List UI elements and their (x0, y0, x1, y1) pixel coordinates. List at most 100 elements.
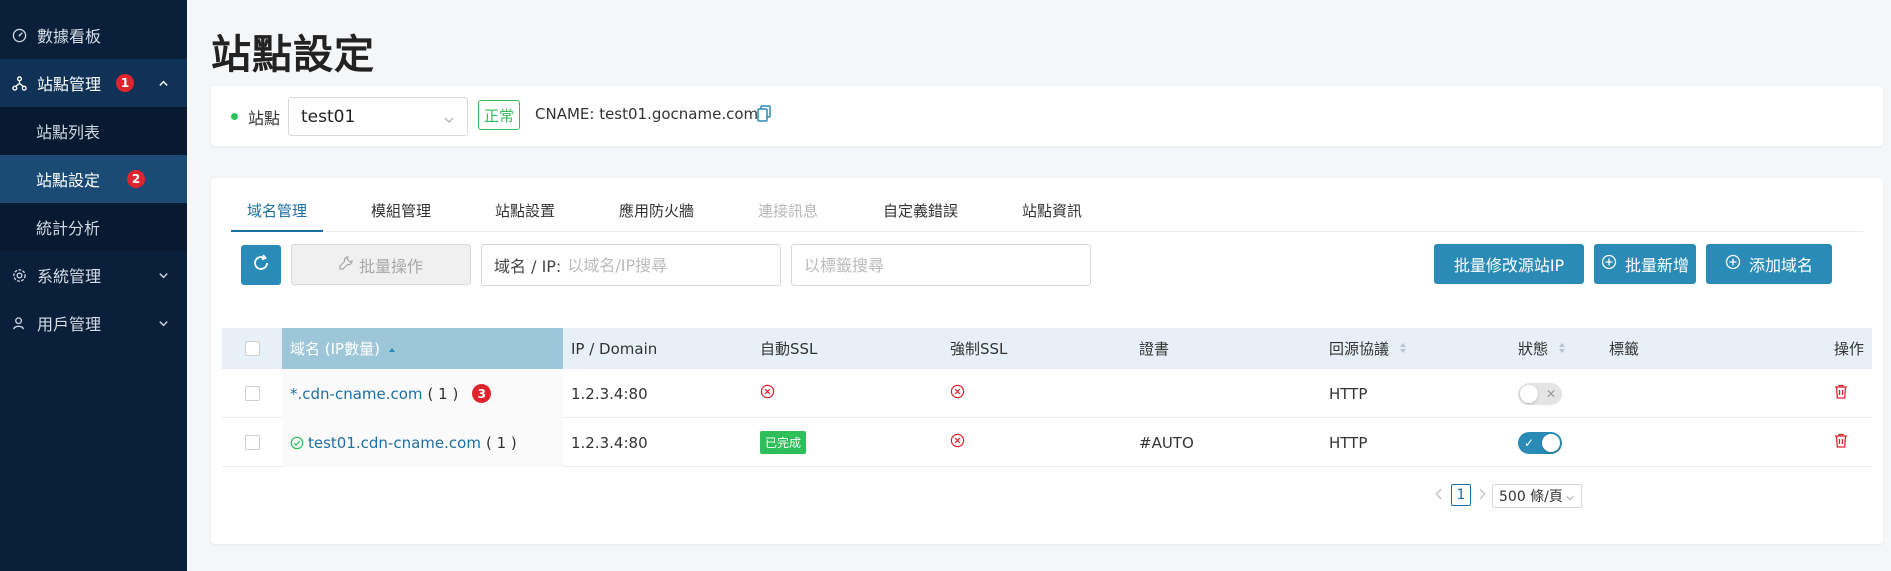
tab-waf[interactable]: 應用防火牆 (619, 200, 694, 221)
sidebar-item-statistics[interactable]: 統計分析 (0, 203, 187, 251)
status-badge: 正常 (478, 100, 520, 130)
tab-module-management[interactable]: 模組管理 (371, 200, 431, 221)
force-ssl-cell (950, 369, 965, 418)
select-all-checkbox[interactable] (244, 341, 260, 356)
close-icon: ✕ (1545, 386, 1556, 401)
auto-ssl-cell: 已完成 (760, 418, 807, 467)
column-header-label: 狀態 (1518, 340, 1549, 358)
batch-edit-origin-ip-label: 批量修改源站IP (1453, 256, 1565, 275)
next-page-icon[interactable] (1478, 488, 1486, 500)
ip-count: ( 1 ) (485, 433, 517, 452)
tag-search[interactable] (791, 244, 1091, 286)
site-select-value: test01 (301, 106, 356, 127)
sidebar-item-label: 站點列表 (36, 123, 101, 142)
gear-icon (11, 267, 27, 283)
tab-domain-management[interactable]: 域名管理 (247, 200, 307, 221)
sidebar: 數據看板 站點管理 1 站點列表 站點設定 2 統計分析 系統管理 用戶管理 (0, 0, 187, 571)
column-header-label: 域名 (IP數量) (290, 340, 380, 358)
domain-ip-search-input[interactable] (567, 255, 748, 275)
refresh-button[interactable] (241, 245, 281, 285)
ip-cell: 1.2.3.4:80 (571, 433, 648, 452)
domain-management-card: 域名管理 模組管理 站點設置 應用防火牆 連接訊息 自定義錯誤 站點資訊 批量操… (211, 178, 1883, 544)
column-header-tags: 標籤 (1609, 340, 1640, 358)
column-header-domain[interactable]: 域名 (IP數量) (282, 328, 563, 369)
plus-circle-icon (1601, 254, 1617, 274)
tag-search-input[interactable] (804, 255, 1074, 275)
error-circle-icon (950, 384, 965, 403)
chevron-down-icon (1565, 491, 1575, 507)
tab-site-info[interactable]: 站點資訊 (1022, 200, 1082, 221)
domain-link[interactable]: *.cdn-cname.com (290, 385, 423, 403)
chevron-up-icon (157, 77, 169, 89)
row-checkbox[interactable] (244, 386, 260, 401)
protocol-cell: HTTP (1329, 433, 1368, 452)
sort-icon (1558, 340, 1566, 358)
domain-cell: test01.cdn-cname.com ( 1 ) (282, 418, 563, 467)
certificate-cell: #AUTO (1139, 433, 1194, 452)
sidebar-item-dashboard[interactable]: 數據看板 (0, 11, 187, 59)
trash-icon[interactable] (1834, 384, 1848, 403)
column-header-label: 回源協議 (1329, 340, 1390, 358)
status-cell: ✕ (1518, 369, 1562, 418)
tab-site-configuration[interactable]: 站點設置 (495, 200, 555, 221)
site-selector-card: 站點 test01 正常 CNAME: test01.gocname.com. (211, 86, 1883, 146)
check-icon: ✓ (1524, 435, 1535, 450)
row-checkbox[interactable] (244, 435, 260, 450)
column-header-force-ssl: 強制SSL (950, 340, 1008, 358)
prev-page-icon[interactable] (1435, 488, 1443, 500)
plus-circle-icon (1725, 254, 1741, 274)
ssl-done-badge: 已完成 (760, 431, 807, 454)
add-domain-button[interactable]: 添加域名 (1706, 244, 1832, 284)
search-prefix: 域名 / IP: (494, 257, 562, 276)
tab-custom-errors[interactable]: 自定義錯誤 (883, 200, 958, 221)
error-circle-icon (760, 384, 775, 403)
trash-icon[interactable] (1834, 433, 1848, 452)
status-cell: ✓ (1518, 418, 1562, 467)
sidebar-item-user-management[interactable]: 用戶管理 (0, 299, 187, 347)
batch-operation-button[interactable]: 批量操作 (291, 244, 471, 285)
notification-badge: 1 (116, 74, 134, 92)
chevron-down-icon (443, 111, 455, 123)
batch-edit-origin-ip-button[interactable]: 批量修改源站IP (1434, 244, 1584, 284)
sidebar-item-site-management[interactable]: 站點管理 1 (0, 59, 187, 107)
protocol-cell: HTTP (1329, 384, 1368, 403)
sidebar-item-site-settings[interactable]: 站點設定 2 (0, 155, 187, 203)
sidebar-item-label: 站點管理 (37, 75, 102, 94)
chevron-down-icon (157, 269, 169, 281)
page-size-value: 500 條/頁 (1499, 489, 1563, 505)
tab-bar: 域名管理 模組管理 站點設置 應用防火牆 連接訊息 自定義錯誤 站點資訊 (231, 178, 1863, 232)
row-select-cell (222, 369, 282, 418)
sidebar-item-label: 統計分析 (36, 219, 101, 238)
sidebar-item-label: 用戶管理 (37, 315, 102, 334)
cname-text: CNAME: test01.gocname.com. (535, 105, 763, 123)
site-select[interactable]: test01 (288, 97, 468, 136)
domain-link[interactable]: test01.cdn-cname.com (308, 434, 481, 452)
page-title: 站點設定 (211, 32, 375, 78)
ip-cell: 1.2.3.4:80 (571, 384, 648, 403)
status-toggle[interactable]: ✕ (1518, 382, 1562, 405)
sidebar-item-system-management[interactable]: 系統管理 (0, 251, 187, 299)
copy-icon[interactable] (757, 105, 773, 123)
domain-ip-search[interactable]: 域名 / IP: (481, 244, 781, 286)
sitemap-icon (11, 75, 27, 91)
ip-count: ( 1 ) (427, 384, 459, 403)
user-icon (11, 315, 27, 331)
refresh-icon (251, 253, 271, 277)
wrench-icon (339, 255, 353, 274)
toggle-knob (1542, 433, 1560, 452)
status-toggle[interactable]: ✓ (1518, 431, 1562, 454)
column-header-auto-ssl: 自動SSL (760, 340, 818, 358)
sort-asc-icon (388, 340, 396, 358)
column-header-ip: IP / Domain (571, 339, 658, 358)
batch-add-label: 批量新增 (1624, 256, 1689, 275)
column-header-status[interactable]: 狀態 (1518, 328, 1566, 369)
column-header-origin-protocol[interactable]: 回源協議 (1329, 328, 1407, 369)
table-header: 域名 (IP數量) IP / Domain 自動SSL 強制SSL 證書 回源協… (222, 328, 1872, 369)
dashboard-icon (11, 27, 27, 43)
batch-add-button[interactable]: 批量新增 (1594, 244, 1696, 284)
actions-cell (1834, 369, 1848, 418)
page-size-select[interactable]: 500 條/頁 (1492, 484, 1582, 508)
page-number-current[interactable]: 1 (1451, 484, 1471, 506)
sidebar-item-label: 系統管理 (37, 267, 102, 286)
sidebar-item-site-list[interactable]: 站點列表 (0, 107, 187, 155)
